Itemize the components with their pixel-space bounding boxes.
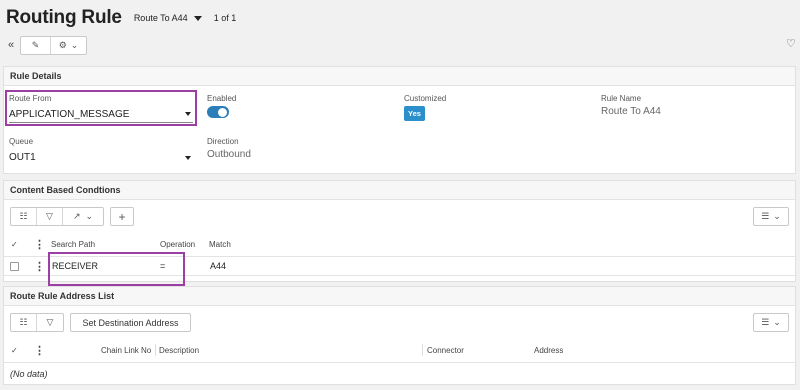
conditions-panel: Content Based Condtions ☷ ▽ ↗ ⌄ + ☰ ⌄ ✓ … [3,180,796,286]
direction-label: Direction [207,137,239,146]
chart-icon: ↗ [72,211,81,221]
column-connector[interactable]: Connector [427,346,464,355]
enabled-label: Enabled [207,94,237,103]
column-description[interactable]: Description [159,346,199,355]
rule-name-field: Rule Name Route To A44 [601,94,661,117]
pencil-icon: ✎ [31,39,40,50]
column-menu-icon[interactable]: ⋮ [34,238,45,251]
column-operation[interactable]: Operation [160,240,195,249]
route-from-value: APPLICATION_MESSAGE [9,108,130,120]
rule-details-panel: Rule Details Route From APPLICATION_MESS… [3,66,796,174]
conditions-header-row: ✓ ⋮ Search Path Operation Match [4,236,795,252]
favorite-heart-icon[interactable]: ♡ [786,37,796,50]
empty-row: (No data) [4,362,795,384]
enabled-field: Enabled [207,94,236,118]
cell-match: A44 [210,261,227,271]
menu-icon: ☰ [761,317,770,327]
column-address[interactable]: Address [534,346,563,355]
address-list-panel: Route Rule Address List ☷ ▽ Set Destinat… [3,286,796,385]
menu-icon: ☰ [761,211,770,221]
select-all-check-icon[interactable]: ✓ [11,346,18,355]
address-menu-button[interactable]: ☰ ⌄ [753,313,789,332]
column-menu-icon[interactable]: ⋮ [34,344,45,357]
tools-menu-button[interactable]: ⚙ ⌄ [51,37,86,54]
direction-field: Direction Outbound [207,137,251,160]
chevron-down-icon: ⌄ [773,211,781,221]
route-from-field[interactable]: Route From APPLICATION_MESSAGE [9,94,193,123]
address-list-header: Route Rule Address List [4,287,795,306]
conditions-menu-button[interactable]: ☰ ⌄ [753,207,789,226]
edit-button[interactable]: ✎ [21,36,51,54]
chevron-down-icon: ⌄ [773,317,781,327]
plus-icon: + [118,209,126,224]
filter-icon: ▽ [46,317,54,327]
record-selector[interactable]: Route To A44 [134,13,202,23]
table-row[interactable]: ⋮ RECEIVER = A44 [4,256,795,276]
column-chain-link-no[interactable]: Chain Link No [101,346,151,355]
tools-icon: ⚙ [58,39,67,50]
queue-label: Queue [9,137,34,146]
address-header-row: ✓ ⋮ Chain Link No Description Connector … [4,342,795,358]
column-divider [155,344,156,356]
cell-search-path: RECEIVER [52,261,99,271]
route-from-select[interactable]: APPLICATION_MESSAGE [9,106,193,123]
list-icon: ☷ [19,211,28,221]
page-title: Routing Rule [6,7,122,28]
direction-value: Outbound [207,149,251,160]
chevron-down-icon: ⌄ [85,211,94,221]
rule-details-header: Rule Details [4,67,795,86]
conditions-tool-group: ☷ ▽ ↗ ⌄ [10,207,104,226]
chevron-down-icon: ⌄ [70,39,79,50]
chevron-down-icon [193,15,202,21]
row-menu-icon[interactable]: ⋮ [34,260,45,273]
queue-field[interactable]: Queue OUT1 [9,137,193,166]
customized-field: Customized Yes [404,94,446,121]
filter-icon: ▽ [46,211,53,221]
chart-menu-button[interactable]: ↗ ⌄ [63,208,103,225]
filter-button[interactable]: ▽ [37,314,63,331]
chevron-down-icon [185,112,191,116]
route-from-label: Route From [9,94,52,103]
cell-operation: = [160,261,166,271]
conditions-header: Content Based Condtions [4,181,795,200]
rule-name-value: Route To A44 [601,106,661,117]
no-data-text: (No data) [10,368,48,379]
add-condition-button[interactable]: + [110,207,134,226]
row-checkbox[interactable] [10,261,19,271]
queue-value: OUT1 [9,152,36,163]
toggle-knob [218,107,227,117]
chevron-down-icon [185,155,191,160]
select-all-check-icon[interactable]: ✓ [11,240,18,249]
address-tool-group: ☷ ▽ [10,313,64,332]
list-view-button[interactable]: ☷ [11,208,37,225]
conditions-toolbar: ☷ ▽ ↗ ⌄ + [10,207,134,226]
filter-button[interactable]: ▽ [37,208,63,225]
address-toolbar: ☷ ▽ Set Destination Address [10,313,191,332]
rule-name-label: Rule Name [601,94,642,103]
record-count: 1 of 1 [213,13,237,23]
queue-select[interactable]: OUT1 [9,149,193,166]
set-destination-address-button[interactable]: Set Destination Address [70,313,191,332]
enabled-toggle[interactable] [207,106,229,118]
column-search-path[interactable]: Search Path [51,240,95,249]
list-view-button[interactable]: ☷ [11,314,37,331]
list-icon: ☷ [19,317,28,327]
customized-badge: Yes [404,106,425,121]
record-name: Route To A44 [133,13,188,23]
collapse-icon[interactable]: « [5,36,17,54]
customized-label: Customized [404,94,447,103]
toolbar-button-group: ✎ ⚙ ⌄ [20,35,87,55]
page-header: Routing Rule Route To A44 1 of 1 [6,4,236,32]
page-toolbar: « ✎ ⚙ ⌄ [5,35,87,55]
column-match[interactable]: Match [209,240,231,249]
column-divider [422,344,423,356]
